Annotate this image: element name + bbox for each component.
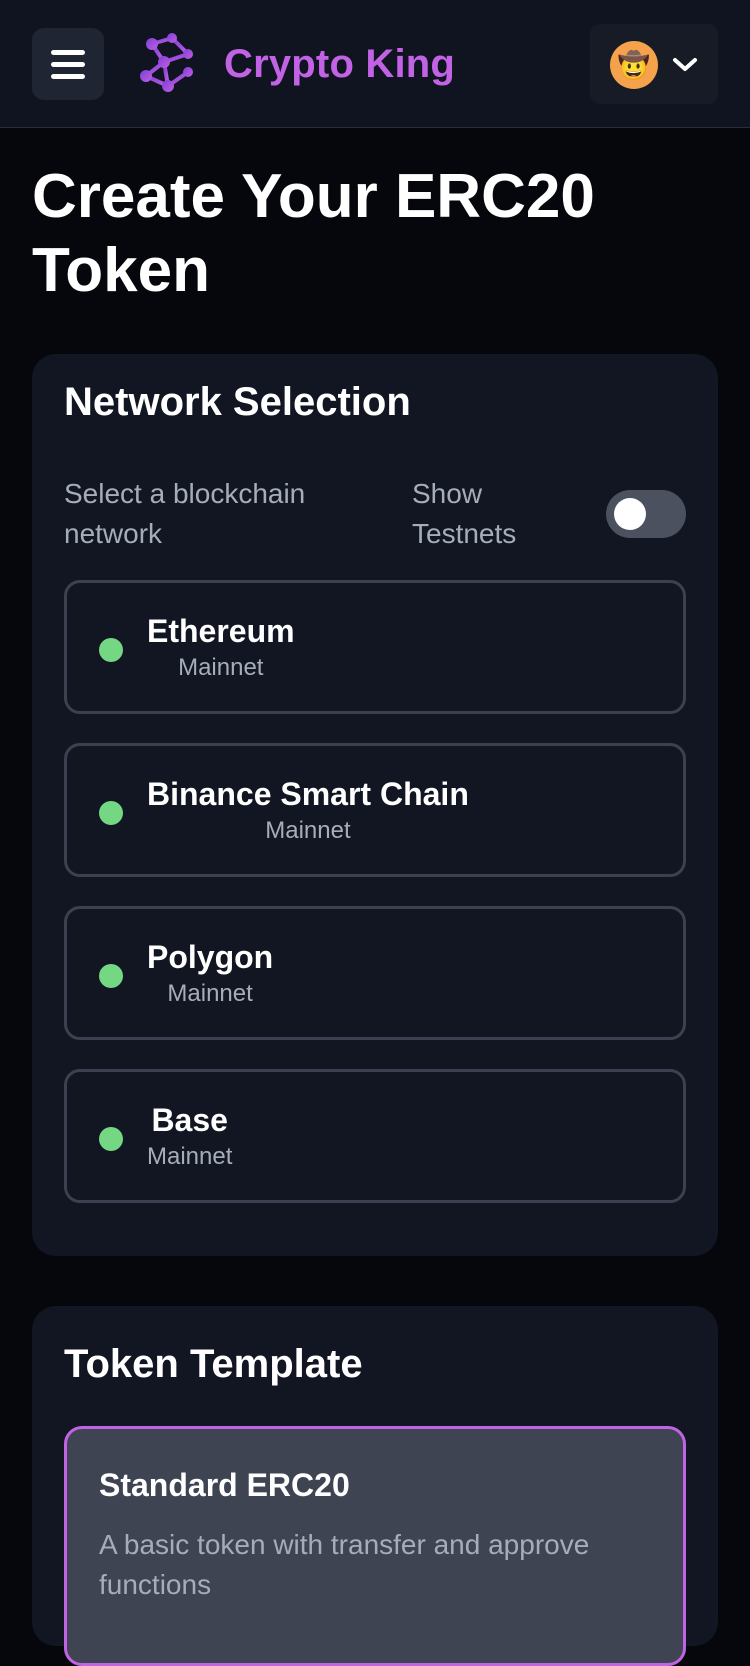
- token-template-card: Token Template Standard ERC20 A basic to…: [32, 1306, 718, 1666]
- network-type: Mainnet: [167, 980, 253, 1007]
- show-testnets-label: Show Testnets: [412, 478, 517, 549]
- top-navbar: Crypto King 🤠: [0, 0, 750, 128]
- network-selection-subtitle: Select a blockchain network: [64, 478, 306, 549]
- network-status-dot: [99, 638, 123, 662]
- template-description: A basic token with transfer and approve …: [99, 1529, 590, 1600]
- network-status-dot: [99, 964, 123, 988]
- token-template-title: Token Template: [64, 1342, 363, 1386]
- network-type: Mainnet: [147, 1143, 233, 1170]
- menu-bar: [51, 73, 85, 79]
- brand-name[interactable]: Crypto King: [224, 38, 455, 90]
- network-name: Base: [151, 1102, 228, 1138]
- network-status-dot: [99, 1127, 123, 1151]
- network-option-base[interactable]: Base Mainnet: [64, 1069, 686, 1203]
- menu-bar: [51, 49, 85, 55]
- network-option-ethereum[interactable]: Ethereum Mainnet: [64, 580, 686, 714]
- menu-bar: [51, 61, 85, 67]
- template-name: Standard ERC20: [99, 1467, 350, 1503]
- network-option-binance-smart-chain[interactable]: Binance Smart Chain Mainnet: [64, 743, 686, 877]
- chevron-down-icon: [673, 58, 697, 71]
- show-testnets-toggle[interactable]: [606, 490, 686, 538]
- network-name: Ethereum: [147, 613, 295, 649]
- page-title: Create Your ERC20 Token: [32, 162, 595, 305]
- toggle-knob: [614, 498, 646, 530]
- avatar: 🤠: [610, 41, 658, 89]
- network-status-dot: [99, 801, 123, 825]
- template-option-standard-erc20[interactable]: Standard ERC20 A basic token with transf…: [64, 1426, 686, 1666]
- hamburger-menu-button[interactable]: [32, 28, 104, 100]
- network-type: Mainnet: [265, 817, 351, 844]
- molecule-logo-icon[interactable]: [138, 32, 198, 94]
- network-name: Polygon: [147, 939, 274, 975]
- network-name: Binance Smart Chain: [147, 776, 469, 812]
- network-type: Mainnet: [178, 654, 264, 681]
- user-menu-button[interactable]: 🤠: [590, 24, 718, 104]
- network-option-polygon[interactable]: Polygon Mainnet: [64, 906, 686, 1040]
- network-selection-card: Network Selection Select a blockchain ne…: [32, 354, 718, 1256]
- network-selection-title: Network Selection: [64, 380, 411, 424]
